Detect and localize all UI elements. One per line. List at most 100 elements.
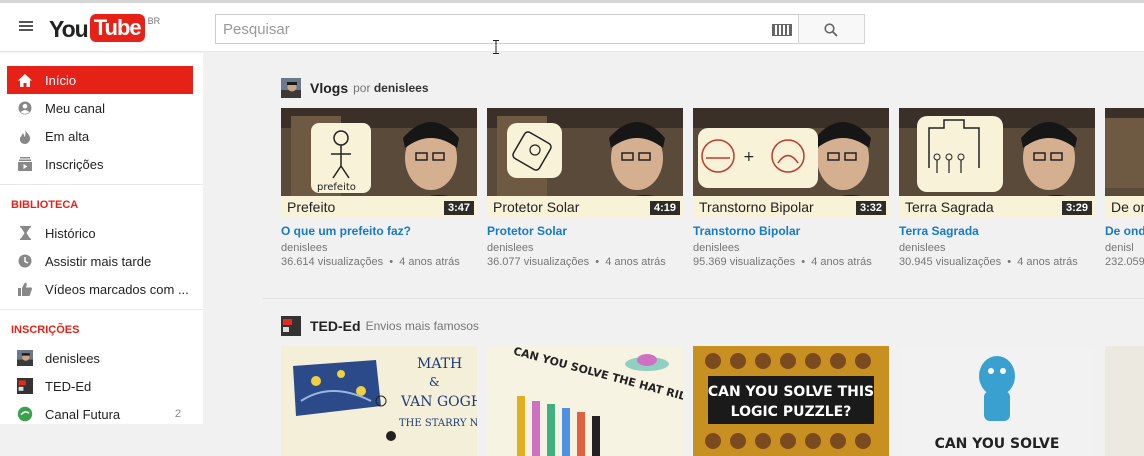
video-meta: 95.369 visualizações • 4 anos atrás (693, 256, 872, 268)
channel-avatar (17, 406, 33, 422)
text-cursor-icon (493, 40, 499, 54)
shelf-subtitle: Envios mais famosos (365, 319, 479, 333)
shelf-divider (263, 298, 1144, 299)
guide-menu-button[interactable] (17, 19, 35, 35)
search-icon (824, 23, 838, 37)
thumbnail-caption: De ond (1105, 196, 1144, 218)
svg-text:LOGIC PUZZLE?: LOGIC PUZZLE? (731, 404, 852, 420)
svg-text:&: & (429, 375, 440, 389)
channel-avatar (17, 378, 33, 394)
guide-sidebar: Início Meu canal Em alta Inscrições BIBL… (0, 53, 203, 424)
video-duration: 3:32 (855, 201, 886, 215)
new-videos-count: 2 (174, 408, 181, 420)
main-content: Vlogs por denislees prefeito Prefeito 3:… (263, 53, 1144, 456)
nav-item-label: denislees (45, 350, 100, 366)
nav-item-label: TED-Ed (45, 378, 92, 394)
thumbs-up-icon (17, 281, 33, 297)
shelf-header-vlogs: Vlogs por denislees (281, 78, 429, 98)
search-input[interactable] (216, 15, 756, 43)
search-button[interactable] (798, 14, 865, 44)
video-card[interactable]: MATH & VAN GOGH'S THE STARRY NIGHT (281, 346, 477, 456)
video-thumbnail[interactable]: De ond (1105, 108, 1144, 218)
shelf-channel-link[interactable]: denislees (374, 81, 429, 95)
video-title[interactable]: Transtorno Bipolar (693, 224, 889, 238)
video-thumbnail[interactable] (1105, 346, 1144, 456)
subscription-item-denislees[interactable]: denislees (0, 344, 203, 372)
video-thumbnail[interactable]: CAN YOU SOLVE THIS LOGIC PUZZLE? (693, 346, 889, 456)
video-channel[interactable]: denislees (899, 242, 1095, 254)
shelf-subtitle: por denislees (353, 81, 429, 95)
channel-avatar[interactable] (281, 316, 301, 336)
nav-item-label: Assistir mais tarde (45, 253, 152, 269)
video-title[interactable]: De ond (1105, 224, 1144, 238)
svg-text:CAN YOU SOLVE: CAN YOU SOLVE (935, 436, 1060, 452)
logo-you: You (49, 16, 89, 42)
logo-tube: Tube (89, 14, 145, 42)
flame-icon (17, 128, 33, 144)
svg-text:prefeito: prefeito (317, 182, 356, 193)
video-meta: 36.614 visualizações • 4 anos atrás (281, 256, 460, 268)
person-icon (17, 100, 33, 116)
video-card[interactable]: CAN YOU SOLVE THE HAT RIDDLE? (487, 346, 683, 456)
nav-item-label: Em alta (45, 128, 90, 144)
nav-item-label: Inscrições (45, 156, 104, 172)
video-thumbnail[interactable]: Terra Sagrada 3:29 (899, 108, 1095, 218)
video-card[interactable]: Terra Sagrada 3:29 Terra Sagrada denisle… (899, 108, 1095, 268)
video-card[interactable]: CAN YOU SOLVE (899, 346, 1095, 456)
video-title[interactable]: Protetor Solar (487, 224, 683, 238)
nav-item-label: Histórico (45, 225, 96, 241)
home-icon (17, 72, 33, 88)
video-title[interactable]: O que um prefeito faz? (281, 224, 477, 238)
nav-item-history[interactable]: Histórico (0, 219, 203, 247)
video-duration: 3:47 (443, 201, 474, 215)
shelf-title[interactable]: Vlogs (310, 80, 348, 96)
video-thumbnail[interactable]: + Transtorno Bipolar 3:32 (693, 108, 889, 218)
channel-avatar (17, 350, 33, 366)
logo-country: BR (147, 16, 161, 26)
svg-text:+: + (743, 149, 755, 165)
sidebar-divider (0, 309, 203, 310)
search-box (215, 14, 799, 44)
subscriptions-icon (17, 156, 33, 172)
video-channel[interactable]: denisl (1105, 242, 1144, 254)
video-thumbnail[interactable]: prefeito Prefeito 3:47 (281, 108, 477, 218)
video-channel[interactable]: denislees (281, 242, 477, 254)
youtube-logo[interactable]: You Tube BR (49, 14, 160, 44)
video-channel[interactable]: denislees (693, 242, 889, 254)
nav-item-liked-videos[interactable]: Vídeos marcados com ... (0, 275, 203, 303)
video-card[interactable]: De ond De ond denisl 232.059 (1105, 108, 1144, 268)
nav-item-trending[interactable]: Em alta (0, 122, 203, 150)
video-channel[interactable]: denislees (487, 242, 683, 254)
video-thumbnail[interactable]: MATH & VAN GOGH'S THE STARRY NIGHT (281, 346, 477, 456)
sidebar-divider (0, 184, 203, 185)
video-card[interactable]: CAN YOU SOLVE THIS LOGIC PUZZLE? (693, 346, 889, 456)
nav-item-subscriptions[interactable]: Inscrições (0, 150, 203, 178)
nav-item-watch-later[interactable]: Assistir mais tarde (0, 247, 203, 275)
svg-text:VAN GOGH'S: VAN GOGH'S (400, 394, 477, 410)
nav-item-label: Início (45, 72, 77, 88)
subscriptions-section-title[interactable]: INSCRIÇÕES (0, 316, 203, 344)
video-thumbnail[interactable]: CAN YOU SOLVE (899, 346, 1095, 456)
video-card[interactable] (1105, 346, 1144, 456)
video-card[interactable]: prefeito Prefeito 3:47 O que um prefeito… (281, 108, 477, 268)
video-duration: 4:19 (649, 201, 680, 215)
nav-item-label: Vídeos marcados com ... (45, 281, 189, 297)
masthead: You Tube BR (0, 0, 1144, 54)
video-thumbnail[interactable]: Protetor Solar 4:19 (487, 108, 683, 218)
keyboard-icon[interactable] (772, 24, 792, 36)
video-title[interactable]: Terra Sagrada (899, 224, 1095, 238)
nav-item-label: Canal Futura (45, 406, 121, 422)
library-section-title[interactable]: BIBLIOTECA (0, 191, 203, 219)
svg-text:MATH: MATH (417, 356, 462, 372)
video-card[interactable]: Protetor Solar 4:19 Protetor Solar denis… (487, 108, 683, 268)
nav-item-home[interactable]: Início (7, 66, 193, 94)
video-thumbnail[interactable]: CAN YOU SOLVE THE HAT RIDDLE? (487, 346, 683, 456)
shelf-title[interactable]: TED-Ed (310, 318, 361, 334)
subscription-item-ted-ed[interactable]: TED-Ed (0, 372, 203, 400)
video-meta: 36.077 visualizações • 4 anos atrás (487, 256, 666, 268)
video-card[interactable]: + Transtorno Bipolar 3:32 Transtorno Bip… (693, 108, 889, 268)
nav-item-my-channel[interactable]: Meu canal (0, 94, 203, 122)
channel-avatar[interactable] (281, 78, 301, 98)
video-duration: 3:29 (1061, 201, 1092, 215)
video-meta: 30.945 visualizações • 4 anos atrás (899, 256, 1078, 268)
